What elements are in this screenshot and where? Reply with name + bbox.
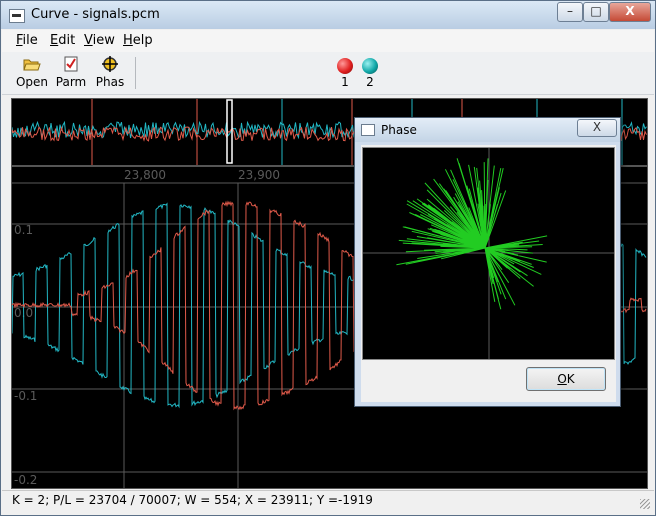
menu-help[interactable]: Help (123, 33, 153, 48)
parm-button[interactable]: Parm (53, 56, 89, 89)
channel-2-toggle[interactable]: 2 (360, 58, 380, 89)
channel-2-ball-icon (362, 58, 378, 74)
status-bar: K = 2; P/L = 23704 / 70007; W = 554; X =… (2, 490, 654, 511)
channel-1-ball-icon (337, 58, 353, 74)
menu-bar: File Edit View Help (2, 30, 654, 52)
ok-button[interactable]: OK (526, 367, 606, 391)
x-tick-label: 23,900 (238, 168, 280, 182)
toolbar: Open Parm Phas 1 2 (2, 52, 654, 95)
phase-crosshair-icon (102, 56, 118, 72)
status-text: K = 2; P/L = 23704 / 70007; W = 554; X =… (12, 493, 373, 507)
phase-plot (362, 147, 615, 360)
parameters-icon (64, 56, 78, 72)
phase-vectors (363, 148, 614, 359)
menu-file[interactable]: File (16, 33, 38, 48)
phase-dialog-body: OK (361, 145, 616, 402)
title-bar[interactable]: Curve - signals.pcm – □ X (1, 1, 655, 29)
toolbar-separator (135, 57, 136, 89)
maximize-button[interactable]: □ (583, 2, 609, 22)
close-button[interactable]: X (609, 2, 651, 22)
phase-dialog-title-bar[interactable]: Phase X (355, 118, 620, 142)
y-tick-label: 0.1 (14, 223, 33, 237)
phas-button[interactable]: Phas (92, 56, 128, 89)
app-icon (9, 9, 25, 23)
phase-dialog: Phase X OK (354, 117, 621, 407)
dialog-icon (361, 124, 375, 136)
y-tick-label: -0.1 (14, 389, 37, 403)
minimize-button[interactable]: – (557, 2, 583, 22)
window-title: Curve - signals.pcm (31, 7, 160, 22)
open-button[interactable]: Open (14, 56, 50, 89)
phase-dialog-title: Phase (381, 123, 417, 137)
menu-view[interactable]: View (84, 33, 115, 48)
phase-vector-fan (396, 158, 548, 310)
phase-dialog-close-button[interactable]: X (577, 119, 617, 137)
open-folder-icon (23, 59, 41, 71)
x-tick-label: 23,800 (124, 168, 166, 182)
resize-grip-icon[interactable] (640, 499, 650, 509)
y-tick-label: -0.2 (14, 473, 37, 487)
menu-edit[interactable]: Edit (50, 33, 75, 48)
channel-1-toggle[interactable]: 1 (335, 58, 355, 89)
